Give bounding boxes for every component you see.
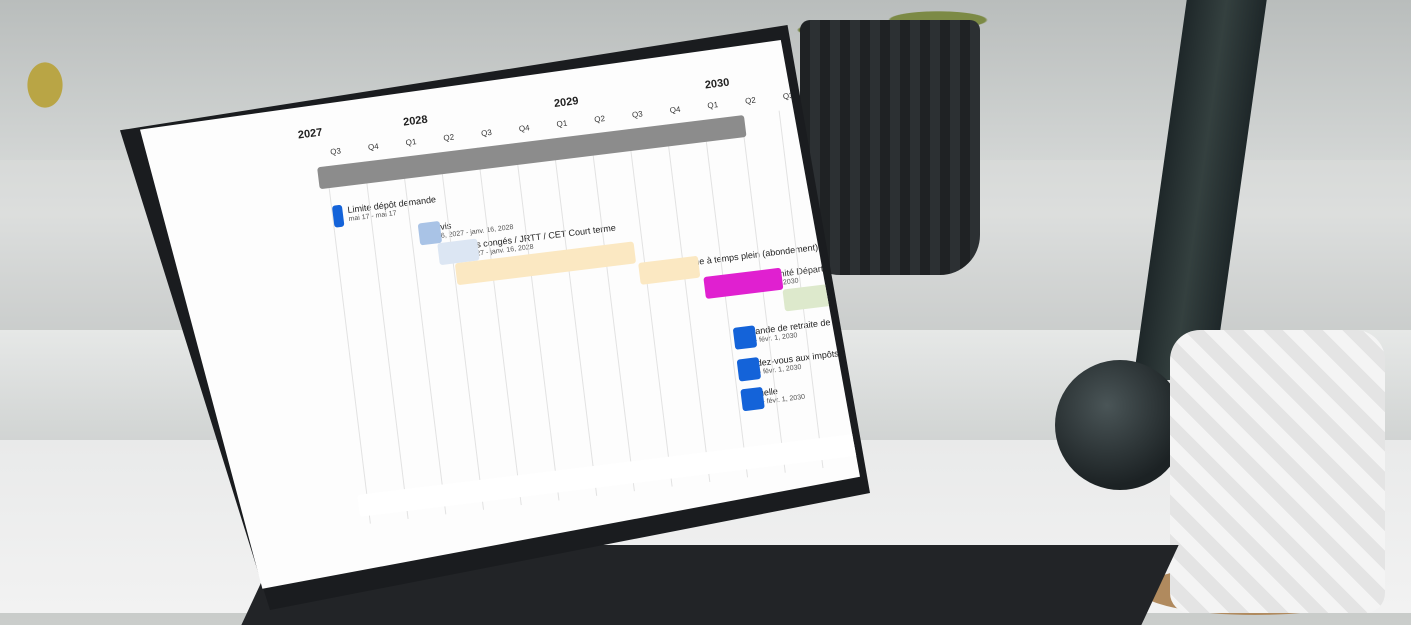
quarter-label: Q4 [367,141,380,153]
quarter-label: Q3 [480,127,493,139]
gridline [514,143,560,501]
quarter-label: Q3 [631,109,644,120]
gridline [703,119,749,478]
white-mug [1170,330,1385,613]
year-label: 2027 [297,126,324,142]
quarter-label: Q2 [744,95,757,106]
year-label: 2029 [553,95,580,111]
gridline [552,138,598,496]
quarter-label: Q3 [329,146,342,157]
timeline-bar[interactable] [736,357,762,382]
gridline [627,129,673,487]
timeline-bar[interactable] [782,272,860,312]
gridline [665,124,711,482]
timeline-bar[interactable] [331,204,345,228]
quarter-label: Q1 [556,118,568,129]
timeline-bar[interactable] [732,325,758,350]
quarter-label: Q2 [442,132,455,143]
gridline [740,115,786,473]
timeline-bar[interactable] [703,267,784,300]
timeline-bar[interactable] [740,386,765,412]
quarter-label: Q4 [669,104,681,115]
desk-lamp-base [1055,360,1185,490]
timeline-bar[interactable] [638,255,701,285]
year-label: 2028 [402,113,429,129]
year-label: 2030 [704,76,731,92]
quarter-label: Q4 [518,123,531,134]
gridline [590,133,635,492]
quarter-label: Q1 [405,137,417,148]
left-plant-leaf [10,40,80,130]
gridline [476,147,522,506]
gridline [401,156,447,515]
gridline [439,152,485,510]
quarter-label: Q2 [593,114,606,125]
timeline-bar[interactable] [417,220,443,246]
quarter-label: Q1 [706,100,719,111]
plant-pot [800,20,980,275]
